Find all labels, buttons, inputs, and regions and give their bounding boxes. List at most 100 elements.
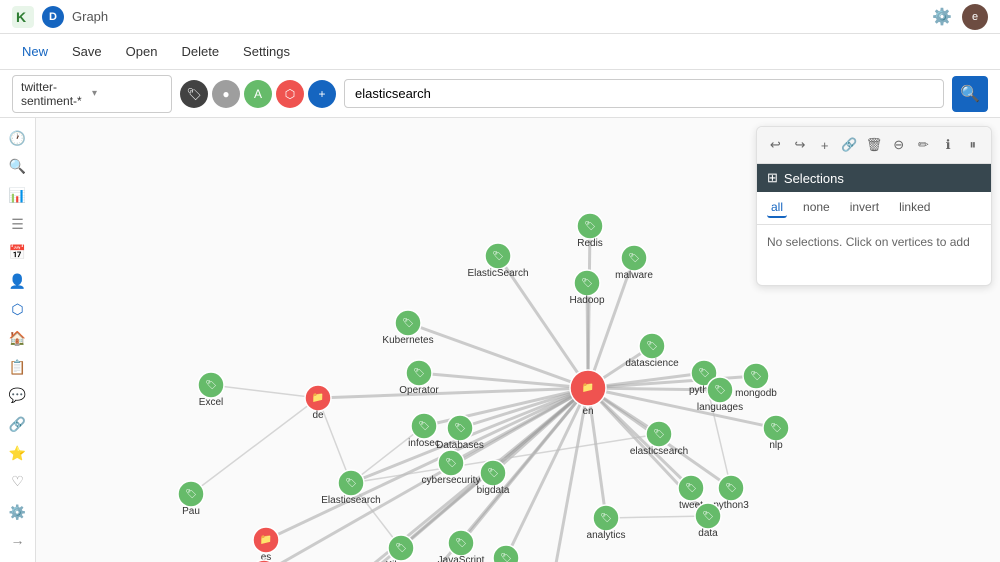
svg-text:en: en xyxy=(582,406,593,417)
graph-node-analytics[interactable]: 🏷analytics xyxy=(587,505,626,541)
pencil-icon[interactable]: ✏ xyxy=(913,133,934,157)
svg-text:JavaScript: JavaScript xyxy=(438,555,485,562)
graph-node-pau[interactable]: 🏷 Pau xyxy=(178,481,204,517)
graph-node-hadoop[interactable]: 🏷Hadoop xyxy=(569,270,604,306)
sidebar-person-icon[interactable]: 👤 xyxy=(4,269,32,294)
search-button[interactable]: 🔍 xyxy=(952,76,988,112)
sidebar-calendar-icon[interactable]: 📅 xyxy=(4,240,32,265)
svg-text:🏷: 🏷 xyxy=(445,457,456,467)
selections-body: No selections. Click on vertices to add xyxy=(757,225,991,285)
circle-minus-icon[interactable]: ⊖ xyxy=(888,133,909,157)
graph-node-nlp[interactable]: 🏷nlp xyxy=(763,415,789,451)
settings-gear-icon[interactable]: ⚙️ xyxy=(932,7,952,27)
svg-text:🏷: 🏷 xyxy=(500,552,511,562)
sidebar-chat-icon[interactable]: 💬 xyxy=(4,383,32,408)
index-selector[interactable]: twitter-sentiment-* ▾ xyxy=(12,75,172,113)
graph-node-mongodb[interactable]: 🏷mongodb xyxy=(735,363,777,399)
menu-settings[interactable]: Settings xyxy=(233,40,300,63)
graph-node-malware[interactable]: 🏷malware xyxy=(615,245,653,281)
svg-text:Operator: Operator xyxy=(399,385,439,396)
sidebar-expand-icon[interactable]: → xyxy=(4,526,32,554)
svg-text:🏷: 🏷 xyxy=(725,482,736,492)
pause-icon[interactable]: ⏸ xyxy=(962,133,983,157)
svg-text:🏷: 🏷 xyxy=(685,482,696,492)
svg-text:Redis: Redis xyxy=(577,238,603,249)
svg-text:mongodb: mongodb xyxy=(735,388,777,399)
svg-text:🏷: 🏷 xyxy=(205,379,216,389)
svg-text:🏷: 🏷 xyxy=(584,220,595,230)
svg-text:nlp: nlp xyxy=(769,440,783,451)
add-selection-icon[interactable]: + xyxy=(814,133,835,157)
selections-header-icon: ⊞ xyxy=(767,170,778,186)
filter-add-icon[interactable]: + xyxy=(308,80,336,108)
selections-toolbar: ↩ ↪ + 🔗 🗑 ⊖ ✏ ℹ ⏸ xyxy=(757,127,991,164)
svg-text:ElasticSearch: ElasticSearch xyxy=(467,268,528,279)
sidebar-gear-icon[interactable]: ⚙️ xyxy=(4,498,32,526)
menu-delete[interactable]: Delete xyxy=(171,40,229,63)
filter-green-icon[interactable]: A xyxy=(244,80,272,108)
graph-node-en[interactable]: 📁en xyxy=(570,370,606,417)
search-input[interactable] xyxy=(344,79,944,108)
sidebar-star-icon[interactable]: ⭐ xyxy=(4,441,32,466)
svg-text:cybersecurity: cybersecurity xyxy=(422,475,481,486)
graph-node-data[interactable]: 🏷data xyxy=(695,503,721,539)
filter-tag-icon[interactable]: 🏷 xyxy=(180,80,208,108)
graph-node-datacience[interactable]: 🏷datascience xyxy=(625,333,679,369)
svg-text:🏷: 🏷 xyxy=(395,542,406,552)
undo-icon[interactable]: ↩ xyxy=(765,133,786,157)
svg-text:📁: 📁 xyxy=(312,393,324,404)
svg-text:🏷: 🏷 xyxy=(402,317,413,327)
sidebar-heart-icon[interactable]: ♡ xyxy=(4,469,32,494)
svg-text:Hadoop: Hadoop xyxy=(569,295,604,306)
info-icon[interactable]: ℹ xyxy=(938,133,959,157)
link-selection-icon[interactable]: 🔗 xyxy=(839,133,860,157)
sidebar-home-icon[interactable]: 🏠 xyxy=(4,326,32,351)
menu-open[interactable]: Open xyxy=(116,40,168,63)
sidebar-search-icon[interactable]: 🔍 xyxy=(4,155,32,180)
svg-text:Kubernetes: Kubernetes xyxy=(382,335,433,346)
menu-save[interactable]: Save xyxy=(62,40,112,63)
filter-red-icon[interactable]: ⬡ xyxy=(276,80,304,108)
tab-all[interactable]: all xyxy=(767,198,787,218)
svg-text:Pau: Pau xyxy=(182,506,200,517)
tab-invert[interactable]: invert xyxy=(846,198,883,218)
graph-node-de[interactable]: 📁de xyxy=(305,385,331,421)
graph-node-excel[interactable]: 🏷 Excel xyxy=(198,372,224,408)
user-avatar[interactable]: e xyxy=(962,4,988,30)
graph-node-bi[interactable]: 🏷BI xyxy=(493,545,519,562)
graph-node-es[interactable]: 📁es xyxy=(253,527,279,562)
sidebar-bar-chart-icon[interactable]: 📊 xyxy=(4,183,32,208)
sidebar-clock-icon[interactable]: 🕐 xyxy=(4,126,32,151)
selections-header: ⊞ Selections xyxy=(757,164,991,192)
db-badge: D xyxy=(42,6,64,28)
svg-text:🏷: 🏷 xyxy=(185,488,196,498)
sidebar-link-icon[interactable]: 🔗 xyxy=(4,412,32,437)
graph-node-operator[interactable]: 🏷Operator xyxy=(399,360,439,396)
graph-node-bigdata[interactable]: 🏷bigdata xyxy=(477,460,510,496)
svg-text:Excel: Excel xyxy=(199,397,223,408)
svg-text:🏷: 🏷 xyxy=(492,250,503,260)
sidebar-table-icon[interactable]: ☰ xyxy=(4,212,32,237)
svg-text:🏷: 🏷 xyxy=(454,422,465,432)
tab-linked[interactable]: linked xyxy=(895,198,934,218)
graph-node-javascript[interactable]: 🏷JavaScript xyxy=(438,530,485,562)
svg-text:languages: languages xyxy=(697,402,743,413)
graph-node-infosec[interactable]: 🏷infosec xyxy=(408,413,440,449)
index-value: twitter-sentiment-* xyxy=(21,80,92,108)
svg-text:Elasticsearch: Elasticsearch xyxy=(321,495,380,506)
menu-new[interactable]: New xyxy=(12,40,58,63)
svg-text:analytics: analytics xyxy=(587,530,626,541)
tab-none[interactable]: none xyxy=(799,198,834,218)
sidebar-list-icon[interactable]: 📋 xyxy=(4,355,32,380)
graph-node-elasticsearch_top[interactable]: 🏷 ElasticSearch xyxy=(467,243,528,279)
svg-text:🏷: 🏷 xyxy=(628,252,639,262)
graph-area[interactable]: 🏷Redis🏷malware🏷ElasticSearch🏷Hadoop🏷Kube… xyxy=(36,118,1000,562)
svg-text:infosec: infosec xyxy=(408,438,440,449)
sidebar-graph-icon[interactable]: ⬡ xyxy=(4,298,32,323)
redo-icon[interactable]: ↪ xyxy=(790,133,811,157)
graph-node-redis[interactable]: 🏷 Redis xyxy=(577,213,603,249)
delete-selection-icon[interactable]: 🗑 xyxy=(864,133,885,157)
svg-text:🏷: 🏷 xyxy=(714,384,725,394)
svg-text:data: data xyxy=(698,528,718,539)
filter-node-icon[interactable]: ● xyxy=(212,80,240,108)
